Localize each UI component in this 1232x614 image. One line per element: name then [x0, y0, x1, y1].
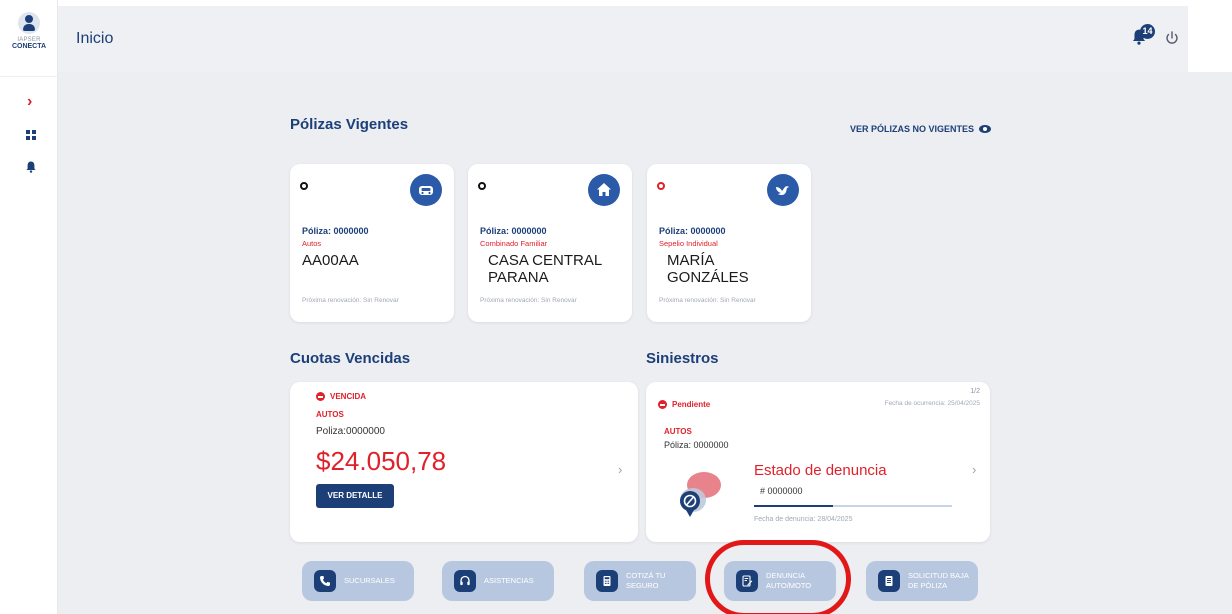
- action-label: SOLICITUD BAJA DE PÓLIZA: [908, 571, 969, 591]
- fecha-ocurrencia: Fecha de ocurrencia: 25/04/2025: [884, 400, 980, 407]
- policy-card-combinado[interactable]: Póliza: 0000000 Combinado Familiar CASA …: [468, 164, 632, 322]
- status-dot: [300, 182, 308, 190]
- action-label: SUCURSALES: [344, 576, 395, 586]
- fecha-denuncia: Fecha de denuncia: 28/04/2025: [754, 516, 853, 523]
- siniestro-type: AUTOS: [664, 427, 692, 436]
- denuncia-progress-fill: [754, 505, 834, 507]
- notifications-button[interactable]: 14: [1132, 24, 1156, 48]
- action-label-line2: DE PÓLIZA: [908, 581, 948, 590]
- asistencias-button[interactable]: ASISTENCIAS: [442, 561, 554, 601]
- logo-icon: [18, 12, 40, 34]
- logo-line2: CONECTA: [11, 43, 47, 50]
- siniestros-title: Siniestros: [646, 350, 719, 367]
- policy-card-sepelio[interactable]: Póliza: 0000000 Sepelio Individual MARÍA…: [647, 164, 811, 322]
- sidebar: IAPSER CONECTA ›: [0, 0, 58, 614]
- action-label-line1: SOLICITUD BAJA: [908, 571, 969, 580]
- status-dot: [478, 182, 486, 190]
- headset-icon: [454, 570, 476, 592]
- cotiza-tu-seguro-button[interactable]: COTIZÁ TU SEGURO: [584, 561, 696, 601]
- siniestro-policy: Póliza: 0000000: [664, 440, 729, 450]
- status-icon: [316, 392, 325, 401]
- denuncia-illustration-icon: [680, 472, 721, 517]
- eye-icon: [979, 125, 992, 133]
- status-icon: [658, 400, 667, 409]
- sucursales-button[interactable]: SUCURSALES: [302, 561, 414, 601]
- header: Inicio 14: [58, 6, 1188, 72]
- policy-holder: CASA CENTRAL PARANA: [488, 252, 602, 286]
- cuota-status-badge: VENCIDA: [316, 392, 366, 401]
- page-title: Inicio: [76, 30, 114, 47]
- power-icon[interactable]: [1164, 30, 1180, 46]
- action-label: ASISTENCIAS: [484, 576, 534, 586]
- cuotas-title: Cuotas Vencidas: [290, 350, 411, 367]
- chevron-right-icon[interactable]: ›: [618, 462, 622, 477]
- polizas-title: Pólizas Vigentes: [290, 116, 409, 133]
- siniestro-status: Pendiente: [672, 400, 711, 409]
- cuota-card[interactable]: VENCIDA AUTOS Poliza:0000000 $24.050,78 …: [290, 382, 638, 542]
- policy-type: Sepelio Individual: [659, 239, 718, 248]
- denuncia-progress-bar: [754, 505, 952, 507]
- app: IAPSER CONECTA › Inicio 14 Pólizas Vigen…: [0, 0, 1232, 614]
- cuota-amount: $24.050,78: [316, 446, 447, 476]
- policy-renewal: Próxima renovación: Sin Renovar: [659, 297, 756, 304]
- policy-number: Póliza: 0000000: [480, 226, 547, 236]
- policy-number: Póliza: 0000000: [302, 226, 369, 236]
- action-label-line1: ASISTENCIAS: [484, 576, 534, 585]
- policy-card-autos[interactable]: Póliza: 0000000 Autos AA00AA Próxima ren…: [290, 164, 454, 322]
- logo[interactable]: IAPSER CONECTA: [8, 12, 50, 66]
- siniestro-pagination: 1/2: [970, 388, 980, 395]
- policy-type: Autos: [302, 239, 322, 248]
- highlight-circle: [705, 540, 851, 614]
- cuota-type: AUTOS: [316, 410, 344, 419]
- bell-icon[interactable]: [26, 161, 36, 173]
- policy-holder: MARÍA GONZÁLES: [667, 252, 749, 286]
- cuota-policy: Poliza:0000000: [316, 426, 385, 437]
- phone-icon: [314, 570, 336, 592]
- chevron-right-icon[interactable]: ›: [972, 462, 976, 477]
- policy-renewal: Próxima renovación: Sin Renovar: [302, 297, 399, 304]
- home-icon: [588, 174, 620, 206]
- policy-renewal: Próxima renovación: Sin Renovar: [480, 297, 577, 304]
- calculator-icon: [596, 570, 618, 592]
- sidebar-divider: [0, 76, 58, 77]
- action-label-line1: SUCURSALES: [344, 576, 395, 585]
- cuota-status: VENCIDA: [330, 392, 367, 401]
- status-dot: [657, 182, 665, 190]
- estado-denuncia-title: Estado de denuncia: [754, 462, 887, 479]
- action-label-line2: SEGURO: [626, 581, 659, 590]
- action-label-line1: COTIZÁ TU: [626, 571, 666, 580]
- action-label: COTIZÁ TU SEGURO: [626, 571, 665, 591]
- ver-polizas-no-vigentes-link[interactable]: VER PÓLIZAS NO VIGENTES: [850, 124, 992, 134]
- ver-polizas-label: VER PÓLIZAS NO VIGENTES: [850, 124, 975, 134]
- policy-holder: AA00AA: [302, 252, 359, 269]
- siniestro-status-badge: Pendiente: [658, 400, 710, 409]
- dashboard-icon[interactable]: [26, 130, 36, 140]
- solicitud-baja-poliza-button[interactable]: SOLICITUD BAJA DE PÓLIZA: [866, 561, 978, 601]
- main-content: Pólizas Vigentes VER PÓLIZAS NO VIGENTES…: [58, 72, 1232, 614]
- dove-icon: [767, 174, 799, 206]
- car-icon: [410, 174, 442, 206]
- notification-badge: 14: [1140, 24, 1155, 39]
- document-icon: [878, 570, 900, 592]
- policy-type: Combinado Familiar: [480, 239, 548, 248]
- denuncia-number: # 0000000: [760, 486, 803, 496]
- chevron-right-icon[interactable]: ›: [27, 93, 32, 111]
- siniestro-card[interactable]: 1/2 Pendiente Fecha de ocurrencia: 25/04…: [646, 382, 990, 542]
- ver-detalle-button[interactable]: VER DETALLE: [316, 484, 394, 508]
- policy-number: Póliza: 0000000: [659, 226, 726, 236]
